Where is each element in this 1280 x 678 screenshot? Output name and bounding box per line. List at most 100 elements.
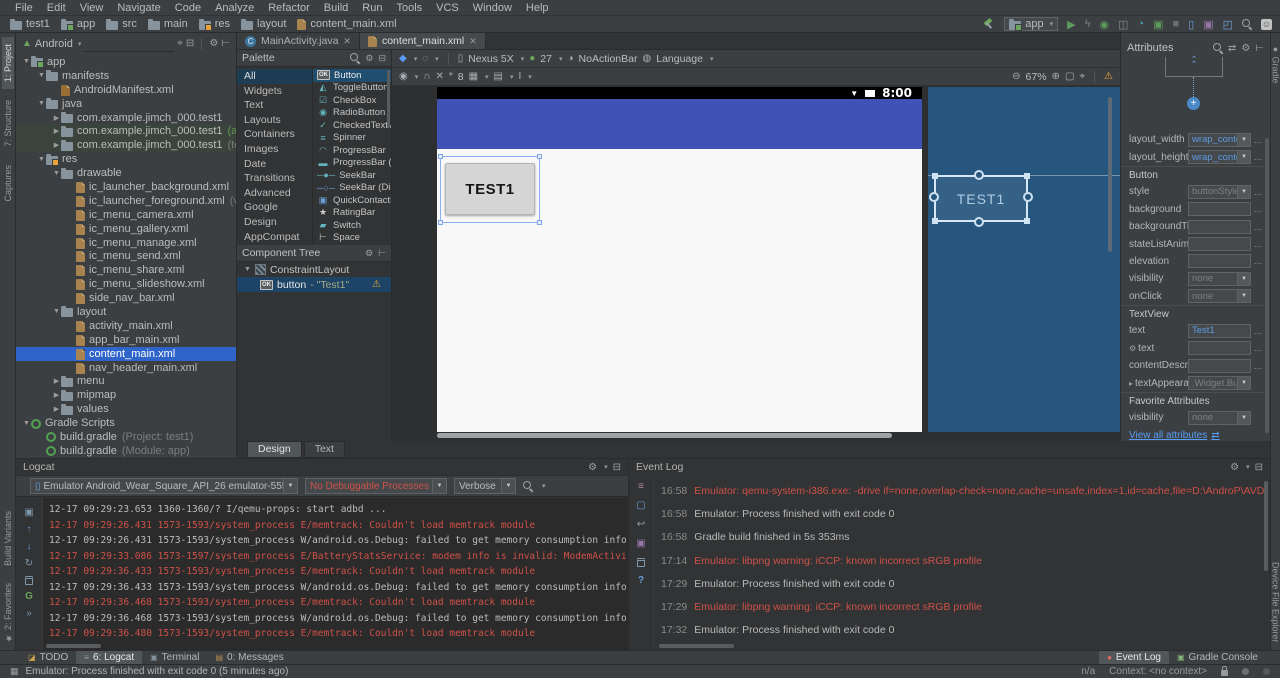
attribute-input[interactable] [1188,254,1251,268]
scroll-up-icon[interactable]: ↑ [27,525,32,535]
palette-category-appcompat[interactable]: AppCompat [237,230,312,245]
tree-item[interactable]: ic_menu_manage.xml [16,236,236,250]
palette-item-progress-bar[interactable]: ◠ProgressBar [313,144,391,157]
expand-icon[interactable]: ▸ [1129,379,1133,388]
palette-item-quick-contact[interactable]: ▣QuickContactB [313,194,391,207]
menu-refactor[interactable]: Refactor [261,0,317,16]
frame-icon[interactable]: ▣ [24,508,33,518]
package-icon[interactable]: ▣ [636,539,645,549]
tree-expander-icon[interactable]: ▶ [52,141,61,149]
tree-item[interactable]: ▶mipmap [16,388,236,402]
component-tree-item-button[interactable]: OKbutton- "Test1"⚠ [237,277,391,292]
stripe-device-file-explorer[interactable]: Device File Explorer [1271,555,1280,650]
attribute-input[interactable]: Test1 [1188,324,1251,338]
event-log-vertical-scrollbar[interactable] [1264,481,1268,571]
tree-item[interactable]: ic_menu_camera.xml [16,208,236,222]
design-canvas[interactable]: ▼ 8:00 TEST1 TEST1 [392,87,1120,441]
pack-icon[interactable]: ▦ [469,71,478,82]
attribute-dropdown[interactable]: buttonStyle▼ [1188,185,1251,199]
tree-item[interactable]: ▼java [16,97,236,111]
logcat-process-dropdown[interactable]: No Debuggable Processes ▼ [305,478,447,494]
blueprint-button-selection[interactable]: TEST1 [934,175,1028,222]
stripe----favorites[interactable]: ★ 2: Favorites [2,576,14,650]
debug-icon[interactable]: ◉ [1099,18,1109,31]
tree-expander-icon[interactable]: ▼ [22,58,31,65]
attribute-dropdown[interactable]: none▼ [1188,411,1251,425]
breadcrumb-item[interactable]: res [199,18,230,30]
more-options-icon[interactable]: … [1251,256,1265,266]
more-options-icon[interactable]: … [1251,152,1265,162]
menu-navigate[interactable]: Navigate [110,0,167,16]
menu-build[interactable]: Build [317,0,355,16]
dock-icon[interactable]: ⊢ [378,248,386,259]
device-selector[interactable]: Nexus 5X [468,53,514,65]
breadcrumb-item[interactable]: app [61,18,95,30]
attribute-dropdown[interactable]: none▼ [1188,289,1251,303]
toolwindow-tab-event-log[interactable]: ●Event Log [1099,651,1169,664]
pan-icon[interactable]: ⌖ [1079,71,1085,82]
menu-file[interactable]: File [8,0,40,16]
soft-wrap-icon[interactable]: ↩ [637,520,645,530]
monitor-icon[interactable]: ▢ [636,501,645,511]
close-icon[interactable]: ✕ [343,36,351,47]
user-avatar-icon[interactable]: ☺ [1261,19,1272,30]
attribute-input[interactable] [1188,220,1251,234]
scroll-down-icon[interactable]: ↓ [27,542,32,552]
event-log-horizontal-scrollbar[interactable] [659,644,734,648]
dock-icon[interactable]: ⊟ [613,462,621,473]
warning-icon[interactable]: ⚠ [1104,71,1113,82]
constraint-widget-inspector[interactable]: ⌃⌃ + [1121,57,1270,127]
tree-item[interactable]: app_bar_main.xml [16,333,236,347]
attribute-input[interactable] [1188,202,1251,216]
gear-icon[interactable]: ⚙ [1241,43,1250,54]
layout-inspector-icon[interactable]: ◰ [1223,18,1233,31]
palette-category-containers[interactable]: Containers [237,127,312,142]
palette-item-switch[interactable]: ▰Switch [313,219,391,232]
tree-item[interactable]: ▶com.example.jimch_000.test1(androidTest… [16,124,236,138]
search-icon[interactable] [350,53,360,63]
orientation-icon[interactable]: ◌ [422,53,428,64]
more-options-icon[interactable]: … [1251,239,1265,249]
attribute-input[interactable] [1188,359,1251,373]
tree-item[interactable]: ▼layout [16,305,236,319]
attribute-dropdown[interactable]: .Widget.Button▼ [1188,376,1251,390]
tree-item[interactable]: ▶com.example.jimch_000.test1(test) [16,138,236,152]
tree-item[interactable]: ic_launcher_background.xml [16,180,236,194]
chevron-down-icon[interactable]: ▼ [1237,186,1250,198]
gear-icon[interactable]: ⚙ [588,462,597,473]
menu-vcs[interactable]: VCS [429,0,466,16]
trash-icon[interactable] [637,558,645,567]
tree-item[interactable]: build.gradle(Project: test1) [16,430,236,444]
menu-analyze[interactable]: Analyze [208,0,261,16]
palette-item-progress-bar-horizontal[interactable]: ▬ProgressBar (H [313,157,391,170]
tree-item[interactable]: ic_menu_send.xml [16,249,236,263]
more-options-icon[interactable]: … [1251,187,1265,197]
tree-item[interactable]: ▼Gradle Scripts [16,416,236,430]
dock-icon[interactable]: ⊟ [378,53,386,64]
project-view-selector[interactable]: Android [35,38,73,50]
mode-tab-text[interactable]: Text [304,441,345,458]
view-all-attributes-link[interactable]: View all attributes⇄ [1121,427,1265,441]
toolwindow-toggle-icon[interactable]: ▦ [10,666,19,677]
palette-item-toggle-button[interactable]: ◭ToggleButton [313,82,391,95]
dock-icon[interactable]: ⊟ [1255,462,1263,473]
tree-expander-icon[interactable]: ▶ [52,114,61,122]
more-options-icon[interactable]: … [1251,135,1265,145]
tree-expander-icon[interactable]: ▶ [52,377,61,385]
tree-expander-icon[interactable]: ▶ [52,127,61,135]
breadcrumb-item[interactable]: content_main.xml [297,18,396,30]
autoconnect-magnet-icon[interactable]: ∩ [423,71,430,82]
tree-item[interactable]: ic_launcher_foreground.xml(v24) [16,194,236,208]
run-icon[interactable]: ▶ [1067,18,1075,31]
add-constraint-icon[interactable]: + [1187,97,1200,110]
stripe-captures[interactable]: Captures [2,158,14,209]
palette-item-space[interactable]: ⊢Space [313,232,391,245]
menu-edit[interactable]: Edit [40,0,73,16]
infer-constraints-icon[interactable]: * [449,71,453,82]
breadcrumb-item[interactable]: src [106,18,137,30]
tree-item[interactable]: ▼res [16,152,236,166]
chevron-down-icon[interactable]: ▼ [1237,273,1250,285]
gear-icon[interactable]: ⚙ [209,38,218,49]
palette-item-checked-text[interactable]: ✓CheckedTextV [313,119,391,132]
palette-category-transitions[interactable]: Transitions [237,171,312,186]
